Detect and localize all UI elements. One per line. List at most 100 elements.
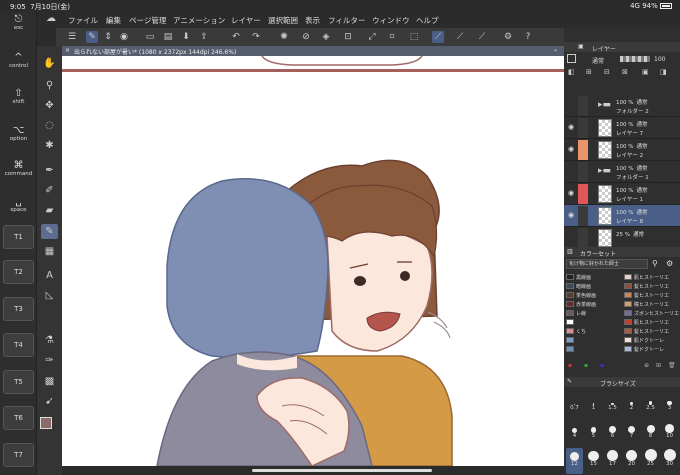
magic-wand-icon[interactable]: ✱: [41, 138, 58, 153]
brush-size-option[interactable]: 10: [661, 420, 678, 446]
drawing-canvas[interactable]: [62, 56, 564, 466]
add-color-icon[interactable]: ⊕: [644, 362, 649, 369]
opacity-slider[interactable]: [620, 56, 650, 62]
t7-key[interactable]: T7: [3, 443, 34, 467]
tips-icon[interactable]: ?: [522, 31, 534, 43]
menu-layer[interactable]: レイヤー: [231, 15, 261, 26]
option-key[interactable]: ⌥ option: [3, 125, 34, 143]
new-canvas-icon[interactable]: ▭: [144, 31, 156, 43]
t3-key[interactable]: T3: [3, 297, 34, 321]
brush-size-option[interactable]: 25: [642, 448, 659, 474]
ruler-snap-icon[interactable]: ⟋: [432, 31, 444, 43]
color-swatch[interactable]: [566, 328, 574, 334]
brush-size-option[interactable]: 17: [604, 448, 621, 474]
menu-filter[interactable]: フィルター: [328, 15, 365, 26]
layer-row[interactable]: ◉ レイヤー 2 100 % 通常: [564, 139, 680, 161]
eraser-icon[interactable]: ▰: [41, 203, 58, 218]
decoration-icon[interactable]: ▩: [41, 374, 58, 389]
command-key[interactable]: ⌘ command: [3, 160, 34, 178]
ruler-icon[interactable]: ◨: [660, 68, 667, 76]
layer-row[interactable]: ◉ レイヤー 8 100 % 通常: [564, 205, 680, 227]
t6-key[interactable]: T6: [3, 406, 34, 430]
brush-size-option[interactable]: 2.5: [642, 392, 659, 418]
brush-size-option[interactable]: 30: [661, 448, 678, 474]
brush-size-option[interactable]: 5: [585, 420, 602, 446]
brush-size-option[interactable]: 6: [604, 420, 621, 446]
menu-view[interactable]: 表示: [305, 15, 320, 26]
brush-size-option[interactable]: 1.5: [604, 392, 621, 418]
color-swatch-row[interactable]: 暗線画 髪ヒストーリエ: [564, 282, 680, 290]
control-key[interactable]: ^ control: [3, 52, 34, 70]
fill-bucket-icon[interactable]: ⚗: [41, 333, 58, 348]
zoom-icon[interactable]: ⚲: [41, 78, 58, 93]
grid-snap-icon[interactable]: ⟋: [476, 31, 488, 43]
clip-icon[interactable]: ◧: [568, 68, 575, 76]
color-swatch[interactable]: [624, 274, 632, 280]
color-swatch[interactable]: [624, 328, 632, 334]
opacity-value[interactable]: 100: [654, 56, 665, 63]
brush-size-option[interactable]: 3: [661, 392, 678, 418]
eye-icon[interactable]: ◉: [566, 189, 576, 197]
blend-icon[interactable]: ✑: [41, 353, 58, 368]
gradient-icon[interactable]: [41, 308, 58, 323]
figure-icon[interactable]: ◺: [41, 288, 58, 303]
color-swatch[interactable]: [624, 310, 632, 316]
color-swatch-row[interactable]: 肌ドクトーレ: [564, 336, 680, 344]
text-icon[interactable]: A: [41, 268, 58, 283]
invert-icon[interactable]: ⬚: [408, 31, 420, 43]
color-swatch-row[interactable]: 肌ヒストーリエ: [564, 318, 680, 326]
open-icon[interactable]: ▤: [162, 31, 174, 43]
loading-icon[interactable]: ✺: [278, 31, 290, 43]
gear-icon[interactable]: ⚙: [666, 259, 673, 268]
color-swatch-row[interactable]: 赤茶線画 瞳ヒストーリエ: [564, 300, 680, 308]
mask-icon[interactable]: ▣: [642, 68, 649, 76]
layer-row[interactable]: ◉ レイヤー 7 100 % 通常: [564, 117, 680, 139]
deselect-icon[interactable]: ⤢: [366, 31, 378, 43]
canvas-tab[interactable]: × 出られない部屋が暑い* (1080 x 2372px 144dpi 246.…: [62, 46, 564, 56]
menu-page[interactable]: ページ管理: [129, 15, 166, 26]
eye-icon[interactable]: ◉: [566, 123, 576, 131]
menu-file[interactable]: ファイル: [68, 15, 98, 26]
layer-row[interactable]: ◉ レイヤー 1 100 % 通常: [564, 183, 680, 205]
hamburger-menu-icon[interactable]: ☰: [66, 31, 78, 43]
eye-icon[interactable]: ◉: [566, 145, 576, 153]
color-swatch[interactable]: [566, 274, 574, 280]
operation-icon[interactable]: ➹: [41, 394, 58, 409]
menu-window[interactable]: ウィンドウ: [372, 15, 410, 26]
hand-icon[interactable]: ✋: [41, 56, 58, 71]
t4-key[interactable]: T4: [3, 333, 34, 357]
color-swatch[interactable]: [566, 346, 574, 352]
lock-icon[interactable]: ⊞: [586, 68, 592, 76]
layer-folder-row[interactable]: ▸▬ フォルダー 2 100 % 通常: [564, 95, 680, 117]
brush-size-option[interactable]: 8: [642, 420, 659, 446]
color-swatch-row[interactable]: 茶色線画 髪ヒストーリエ: [564, 291, 680, 299]
layer-row[interactable]: 25 % 通常: [564, 227, 680, 249]
color-swatch[interactable]: [566, 337, 574, 343]
color-swatch-row[interactable]: 髪ドクトーレ: [564, 345, 680, 353]
brush-size-option[interactable]: 12: [566, 448, 583, 474]
lasso-icon[interactable]: ◌: [41, 118, 58, 133]
pen-icon[interactable]: ✐: [41, 183, 58, 198]
menu-selection[interactable]: 選択範囲: [268, 15, 298, 26]
replace-color-icon[interactable]: ⊞: [656, 362, 661, 369]
app-logo-icon[interactable]: ☁: [46, 13, 56, 24]
clear-icon[interactable]: ⊘: [300, 31, 312, 43]
color-swatch[interactable]: [566, 301, 574, 307]
brush-size-option[interactable]: 0.7: [566, 392, 583, 418]
color-swatch[interactable]: [566, 319, 574, 325]
color-swatch[interactable]: [566, 283, 574, 289]
color-swatch[interactable]: [624, 337, 632, 343]
search-icon[interactable]: ⚲: [652, 259, 658, 268]
lock-alpha-icon[interactable]: ⊟: [604, 68, 610, 76]
color-swatch[interactable]: [624, 346, 632, 352]
menu-help[interactable]: ヘルプ: [416, 15, 439, 26]
layer-color-icon[interactable]: [567, 54, 576, 63]
close-tab-icon[interactable]: ×: [65, 47, 70, 54]
color-swatch-row[interactable]: くち 髪ヒストーリエ: [564, 327, 680, 335]
color-swatch[interactable]: [624, 301, 632, 307]
eye-icon[interactable]: ◉: [566, 211, 576, 219]
foreground-color-swatch[interactable]: [40, 417, 52, 429]
save-icon[interactable]: ⬇: [180, 31, 192, 43]
reference-icon[interactable]: ⊠: [622, 68, 628, 76]
color-swatch[interactable]: [624, 283, 632, 289]
